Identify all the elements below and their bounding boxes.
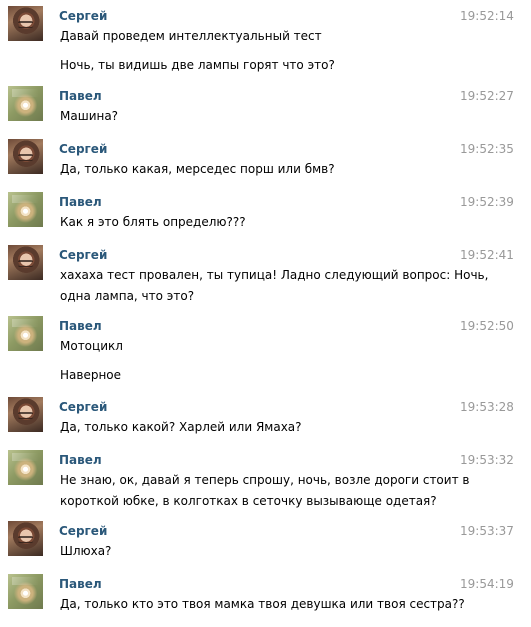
message-text: Да, только какой? Харлей или Ямаха? — [60, 417, 520, 438]
pavel-avatar[interactable] — [8, 192, 43, 227]
message-line: Давай проведем интеллектуальный тест — [60, 29, 322, 43]
message-line: Как я это блять определю??? — [60, 215, 246, 229]
chat-log: Сергей 19:52:14 Давай проведем интеллект… — [0, 0, 531, 627]
sender-name[interactable]: Сергей — [59, 400, 107, 415]
sender-name[interactable]: Павел — [59, 195, 102, 210]
message-timestamp: 19:52:27 — [460, 89, 514, 103]
message-text: Машина? — [60, 106, 520, 127]
message-line: одна лампа, что это? — [60, 289, 195, 303]
sergey-avatar[interactable] — [8, 245, 43, 280]
message-timestamp: 19:52:35 — [460, 142, 514, 156]
sender-name[interactable]: Павел — [59, 89, 102, 104]
message-text: Не знаю, ок, давай я теперь спрошу, ночь… — [60, 470, 520, 512]
message-line: Шлюха? — [60, 544, 112, 558]
message-line: Да, только какой? Харлей или Ямаха? — [60, 420, 302, 434]
sergey-avatar[interactable] — [8, 397, 43, 432]
message-timestamp: 19:53:32 — [460, 453, 514, 467]
message-line: Машина? — [60, 109, 119, 123]
message-timestamp: 19:52:50 — [460, 319, 514, 333]
sergey-avatar[interactable] — [8, 139, 43, 174]
message-timestamp: 19:52:41 — [460, 248, 514, 262]
pavel-avatar[interactable] — [8, 316, 43, 351]
message-timestamp: 19:53:37 — [460, 524, 514, 538]
message-text: Давай проведем интеллектуальный тест Ноч… — [60, 26, 520, 76]
message-text: Да, только кто это твоя мамка твоя девуш… — [60, 594, 520, 615]
pavel-avatar[interactable] — [8, 450, 43, 485]
message-line: Мотоцикл — [60, 339, 123, 353]
message-line: Не знаю, ок, давай я теперь спрошу, ночь… — [60, 473, 470, 487]
message-text: Шлюха? — [60, 541, 520, 562]
message-text: Мотоцикл Наверное — [60, 336, 520, 386]
message-line: Ночь, ты видишь две лампы горят что это? — [60, 58, 335, 72]
message-line: Да, только кто это твоя мамка твоя девуш… — [60, 597, 465, 611]
sergey-avatar[interactable] — [8, 521, 43, 556]
sender-name[interactable]: Сергей — [59, 524, 107, 539]
message-line: короткой юбке, в колготках в сеточку выз… — [60, 494, 437, 508]
message-line: хахаха тест провален, ты тупица! Ладно с… — [60, 268, 489, 282]
pavel-avatar[interactable] — [8, 86, 43, 121]
sender-name[interactable]: Сергей — [59, 142, 107, 157]
message-text: хахаха тест провален, ты тупица! Ладно с… — [60, 265, 520, 307]
message-text: Да, только какая, мерседес порш или бмв? — [60, 159, 520, 180]
sender-name[interactable]: Сергей — [59, 9, 107, 24]
sender-name[interactable]: Павел — [59, 319, 102, 334]
sender-name[interactable]: Павел — [59, 577, 102, 592]
message-timestamp: 19:52:14 — [460, 9, 514, 23]
sender-name[interactable]: Павел — [59, 453, 102, 468]
message-timestamp: 19:53:28 — [460, 400, 514, 414]
pavel-avatar[interactable] — [8, 574, 43, 609]
message-line: Да, только какая, мерседес порш или бмв? — [60, 162, 335, 176]
message-text: Как я это блять определю??? — [60, 212, 520, 233]
message-timestamp: 19:52:39 — [460, 195, 514, 209]
sender-name[interactable]: Сергей — [59, 248, 107, 263]
sergey-avatar[interactable] — [8, 6, 43, 41]
message-line: Наверное — [60, 368, 122, 382]
message-timestamp: 19:54:19 — [460, 577, 514, 591]
